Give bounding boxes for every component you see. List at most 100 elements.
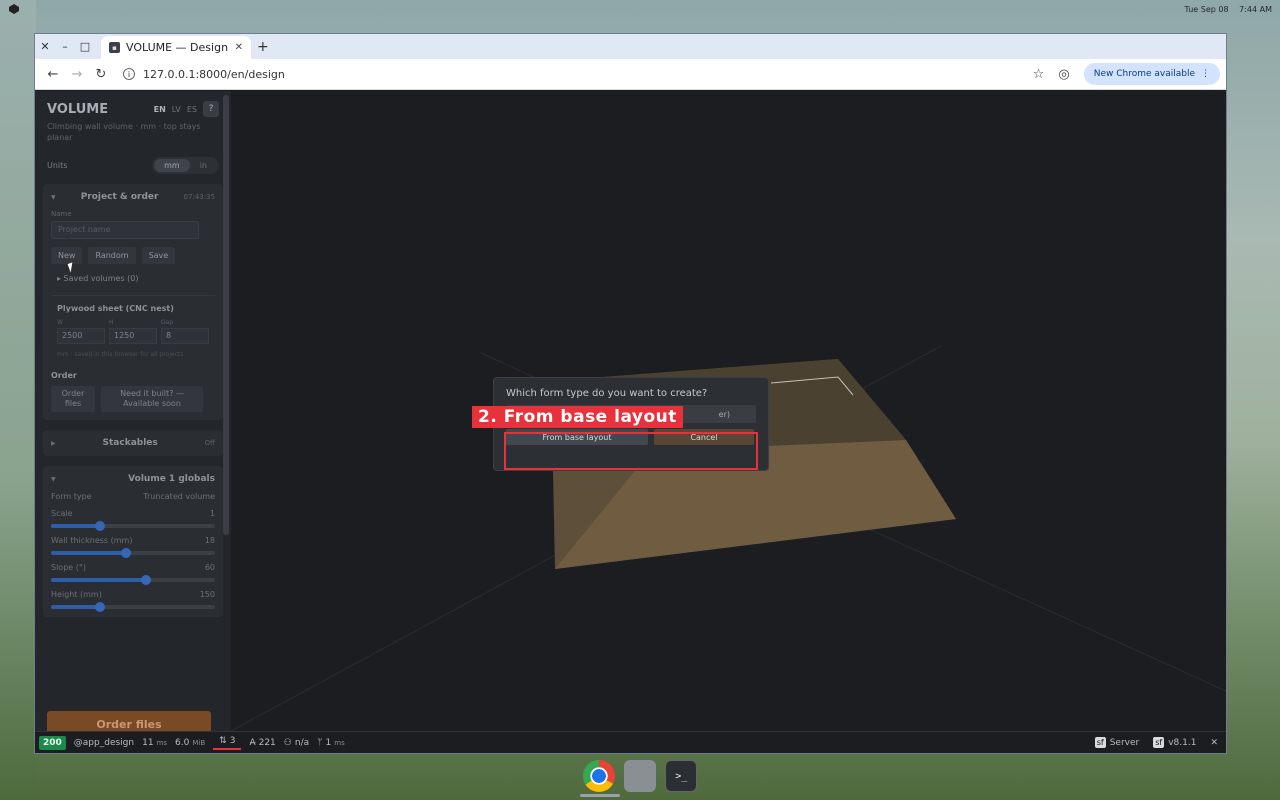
slider-track[interactable]	[51, 602, 215, 612]
plywood-title: Plywood sheet (CNC nest)	[57, 304, 174, 313]
project-time: 07:43:35	[183, 193, 215, 201]
slider-fill	[51, 551, 127, 555]
slider-track[interactable]	[51, 548, 215, 558]
forward-icon[interactable]: →	[65, 67, 89, 82]
help-button[interactable]: ?	[203, 101, 219, 117]
units-mm[interactable]: mm	[154, 159, 190, 172]
lang-es[interactable]: ES	[187, 105, 197, 114]
reload-icon[interactable]: ↻	[89, 67, 113, 82]
sidebar-scrollbar[interactable]	[223, 95, 229, 535]
units-in[interactable]: in	[190, 159, 217, 172]
units-label: Units	[47, 161, 68, 170]
terminal-app-icon[interactable]: >_	[665, 760, 698, 792]
save-button[interactable]: Save	[141, 247, 176, 264]
slider-fill	[51, 605, 101, 609]
events-value: 1	[325, 737, 332, 748]
chrome-app-icon[interactable]	[582, 760, 615, 792]
sort-arrows-icon: ⇅	[219, 735, 227, 746]
symfony-version[interactable]: sf v8.1.1	[1153, 737, 1196, 748]
translations[interactable]: A̶ 221	[249, 738, 275, 748]
system-logo-icon[interactable]	[8, 3, 20, 15]
security-user[interactable]: ⚇ n/a	[284, 738, 309, 748]
ajax-requests[interactable]: ⇅ 3	[213, 735, 242, 750]
slider-value: 1	[209, 509, 215, 518]
time-unit: ms	[156, 738, 168, 747]
plywood-h-input[interactable]: 1250	[109, 328, 157, 344]
form-type-value[interactable]: Truncated volume	[143, 492, 215, 501]
memory-unit: MiB	[192, 738, 206, 747]
order-files-small-button[interactable]: Order files	[51, 386, 95, 412]
slider-label: Height (mm)	[51, 590, 102, 599]
stackables-header[interactable]: ▶ Stackables Off	[51, 438, 215, 448]
symfony-logo-icon: sf	[1153, 737, 1165, 748]
close-toolbar-icon[interactable]: ✕	[1210, 738, 1218, 748]
saved-volumes-toggle[interactable]: ▸ Saved volumes (0)	[51, 274, 215, 283]
events[interactable]: ᛘ 1 ms	[317, 738, 345, 748]
plywood-w-input[interactable]: 2500	[57, 328, 105, 344]
symfony-icon: sf	[1094, 737, 1106, 748]
debug-toolbar: 200 @app_design 11 ms 6.0 MiB ⇅ 3 A̶ 221 ⚇ n/…	[35, 731, 1226, 753]
bookmark-star-icon[interactable]: ☆	[1033, 67, 1045, 82]
memory-usage[interactable]: 6.0 MiB	[175, 738, 205, 748]
site-info-icon[interactable]: i	[123, 68, 135, 80]
slider-knob[interactable]	[95, 602, 106, 612]
new-tab-icon[interactable]: +	[257, 39, 269, 55]
dock-active-indicator	[580, 794, 620, 797]
collapse-caret-icon: ▼	[51, 193, 56, 201]
window-minimize-icon[interactable]: –	[55, 34, 75, 59]
form-type-label: Form type	[51, 492, 92, 501]
order-files-button[interactable]: Order files	[47, 711, 211, 731]
slider-knob[interactable]	[121, 548, 132, 558]
dialog-question: Which form type do you want to create?	[506, 388, 708, 399]
window-close-icon[interactable]: ✕	[35, 34, 55, 59]
volume-globals-header[interactable]: ▼ Volume 1 globals	[51, 474, 215, 484]
plywood-gap-input[interactable]: 8	[161, 328, 209, 344]
project-order-header[interactable]: ▼ Project & order 07:43:35	[51, 192, 215, 202]
window-maximize-icon[interactable]: □	[75, 34, 95, 59]
random-button[interactable]: Random	[88, 247, 136, 264]
browser-toolbar: ← → ↻ i 127.0.0.1:8000/en/design ☆ ◎ New…	[35, 59, 1226, 90]
expand-caret-icon: ▶	[51, 439, 56, 447]
volume-globals-title: Volume 1 globals	[128, 474, 215, 484]
lang-lv[interactable]: LV	[172, 105, 181, 114]
plywood-w-label: W	[57, 319, 63, 326]
brand-subtitle: Climbing wall volume · mm · top stays pl…	[47, 122, 201, 142]
project-name-input[interactable]: Project name	[51, 221, 199, 239]
slider-label: Scale	[51, 509, 73, 518]
package-app-icon[interactable]	[623, 760, 656, 792]
translate-icon: A̶	[249, 737, 256, 748]
chrome-update-button[interactable]: New Chrome available ⋮	[1083, 63, 1220, 85]
slider-fill	[51, 578, 147, 582]
request-time[interactable]: 11 ms	[142, 738, 167, 748]
system-topbar: Tue Sep 08 7:44 AM	[0, 0, 1280, 18]
back-icon[interactable]: ←	[41, 67, 65, 82]
name-label: Name	[51, 210, 72, 218]
slider-fill	[51, 524, 101, 528]
need-it-built-button[interactable]: Need it built? — Available soon	[101, 386, 203, 412]
more-menu-icon: ⋮	[1201, 69, 1210, 79]
requests-value: 3	[229, 735, 236, 746]
route-name[interactable]: @app_design	[74, 738, 134, 748]
server-info[interactable]: sf Server	[1094, 737, 1139, 748]
slider-knob[interactable]	[95, 521, 106, 531]
stackables-state[interactable]: Off	[205, 439, 215, 447]
new-button[interactable]: New	[51, 247, 83, 264]
desktop-background	[0, 0, 36, 800]
lang-en[interactable]: EN	[154, 105, 166, 114]
address-bar[interactable]: i 127.0.0.1:8000/en/design	[119, 62, 1033, 86]
slider-value: 18	[204, 536, 215, 545]
slider-track[interactable]	[51, 521, 215, 531]
slider-knob[interactable]	[141, 575, 152, 585]
dock: >_	[578, 756, 702, 796]
url-text: 127.0.0.1:8000/en/design	[143, 67, 285, 81]
slider-track[interactable]	[51, 575, 215, 585]
stackables-title: Stackables	[102, 438, 158, 448]
profile-icon[interactable]: ◎	[1058, 67, 1069, 82]
tab-close-icon[interactable]: ✕	[235, 42, 243, 53]
3d-viewport[interactable]: Which form type do you want to create? e…	[231, 91, 1226, 731]
tab-volume-design[interactable]: ▪ VOLUME — Design ✕	[101, 36, 251, 59]
plywood-section: Plywood sheet (CNC nest) W 2500 H 1250 Gap…	[51, 295, 215, 359]
status-code-badge[interactable]: 200	[39, 735, 66, 750]
slider-label: Slope (°)	[51, 563, 86, 572]
system-clock[interactable]: Tue Sep 08 7:44 AM	[1177, 5, 1272, 14]
